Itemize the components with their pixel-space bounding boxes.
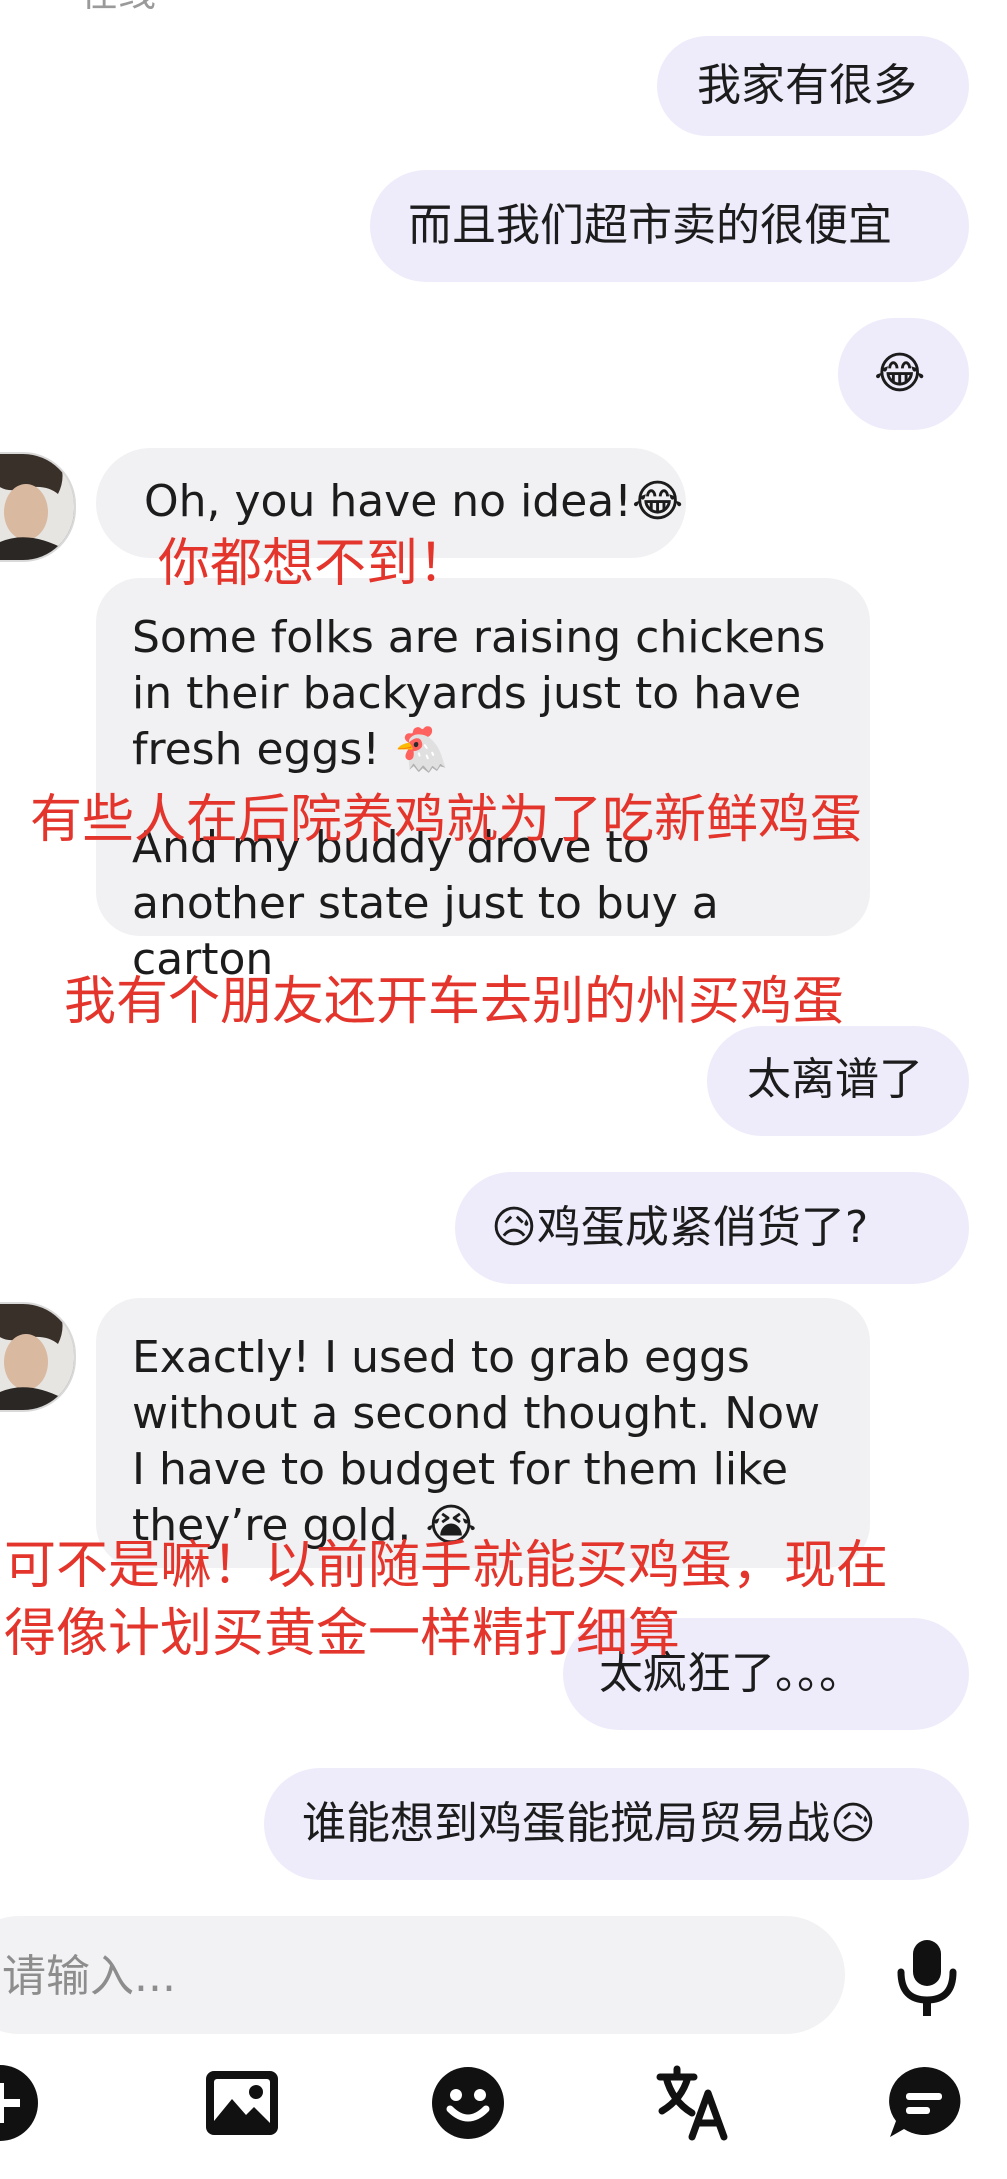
translate-icon[interactable]: [654, 2063, 734, 2143]
online-status: 在线: [80, 0, 156, 16]
translation-caption: 可不是嘛！以前随手就能买鸡蛋，现在: [4, 1536, 889, 1596]
message-text: Exactly! I used to grab eggs without a s…: [132, 1332, 821, 1551]
quick-reply-icon[interactable]: [884, 2063, 964, 2143]
add-icon[interactable]: [0, 2063, 40, 2143]
message-bubble-incoming[interactable]: Exactly! I used to grab eggs without a s…: [96, 1298, 870, 1568]
translation-caption: 有些人在后院养鸡就为了吃新鲜鸡蛋: [30, 790, 863, 850]
emoji-text: 😂: [874, 348, 926, 399]
message-input[interactable]: [0, 1916, 804, 2036]
contact-avatar[interactable]: [0, 452, 76, 562]
contact-avatar[interactable]: [0, 1302, 76, 1412]
translation-caption: 你都想不到！: [158, 534, 471, 594]
message-bubble-outgoing[interactable]: 😂: [838, 318, 969, 430]
message-text: Oh, you have no idea!😂: [144, 476, 684, 527]
message-text: 谁能想到鸡蛋能搅局贸易战😥: [302, 1798, 876, 1849]
message-text: Some folks are raising chickens in their…: [132, 612, 826, 775]
message-text: 😥鸡蛋成紧俏货了?: [491, 1202, 869, 1253]
message-bubble-outgoing[interactable]: 谁能想到鸡蛋能搅局贸易战😥: [264, 1768, 969, 1880]
image-icon[interactable]: [202, 2063, 282, 2143]
translation-caption: 我有个朋友还开车去别的州买鸡蛋: [64, 972, 845, 1032]
message-bubble-outgoing[interactable]: 我家有很多: [657, 36, 969, 136]
message-bubble-incoming[interactable]: Some folks are raising chickens in their…: [96, 578, 870, 985]
microphone-icon[interactable]: [893, 1938, 961, 2020]
translation-caption: 得像计划买黄金一样精打细算: [4, 1604, 681, 1664]
person-photo-icon: [0, 454, 74, 560]
message-bubble-outgoing[interactable]: 而且我们超市卖的很便宜: [370, 170, 969, 282]
message-text: 我家有很多: [697, 60, 917, 111]
message-composer: [0, 1916, 845, 2036]
emoji-icon[interactable]: [428, 2063, 508, 2143]
person-photo-icon: [0, 1304, 74, 1410]
message-bubble-outgoing[interactable]: 太离谱了: [707, 1026, 969, 1136]
message-text: 太离谱了: [747, 1054, 923, 1105]
message-bubble-outgoing[interactable]: 😥鸡蛋成紧俏货了?: [455, 1172, 969, 1284]
message-text: 而且我们超市卖的很便宜: [408, 200, 892, 251]
